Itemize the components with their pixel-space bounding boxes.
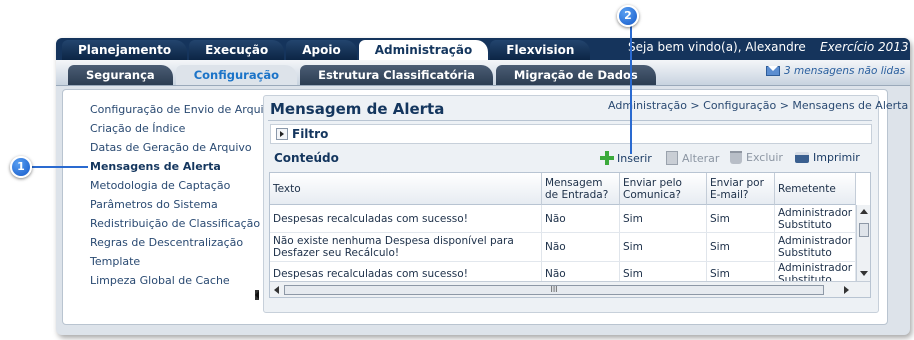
sidebar-item-metodologia-captacao[interactable]: Metodologia de Captação [90,179,277,198]
subtab-seguranca[interactable]: Segurança [68,65,173,85]
table-cell[interactable]: Administrador Substituto [775,205,856,232]
sidebar-item-parametros-sistema[interactable]: Parâmetros do Sistema [90,198,277,217]
sidebar-item-configuracao-envio-arquivo[interactable]: Configuração de Envio de Arquivo [90,103,277,122]
table-cell[interactable]: Sim [707,205,775,232]
table-cell[interactable]: Não existe nenhuma Despesa disponível pa… [270,233,542,261]
subtab-estrutura-classificatoria[interactable]: Estrutura Classificatória [300,65,493,85]
table-cell[interactable]: Sim [620,205,707,232]
sidebar-item-mensagens-alerta[interactable]: Mensagens de Alerta [90,160,277,179]
table-cell[interactable]: Sim [707,233,775,261]
tab-execucao[interactable]: Execução [189,40,285,60]
printer-icon [795,152,809,163]
callout-badge-1: 1 [10,156,32,178]
sidebar-item-redistribuicao-classificacao[interactable]: Redistribuição de Classificação [90,217,277,236]
sidebar-item-template[interactable]: Template [90,255,277,274]
insert-button[interactable]: Inserir [600,151,652,165]
callout-1-leader-line [32,166,88,168]
page-title: Mensagem de Alerta [270,100,445,118]
sub-tab-row: Segurança Configuração Estrutura Classif… [68,65,659,85]
exercicio-label[interactable]: Exercício 2013 [820,39,909,55]
table-cell[interactable]: Despesas recalculadas com sucesso! [270,205,542,232]
column-header-enviar-email[interactable]: Enviar por E-mail? [707,173,775,205]
plus-icon [600,151,614,165]
callout-badge-2: 2 [617,5,639,27]
unread-messages-text: 3 mensagens não lidas [784,65,906,77]
collapse-sidebar-icon[interactable] [255,290,259,300]
tab-administracao[interactable]: Administração [358,40,489,60]
horizontal-scroll-thumb[interactable]: III [284,285,824,295]
horizontal-scrollbar[interactable]: III [270,281,870,297]
tab-apoio[interactable]: Apoio [286,40,357,60]
sidebar-item-criacao-indice[interactable]: Criação de Índice [90,122,277,141]
unread-messages-link[interactable]: 3 mensagens não lidas [766,65,905,77]
subtab-configuracao[interactable]: Configuração [175,65,298,85]
scroll-right-arrow-icon[interactable] [844,286,849,294]
scroll-up-arrow-icon[interactable] [860,209,868,214]
sidebar-item-limpeza-global-cache[interactable]: Limpeza Global de Cache [90,274,277,293]
top-tab-row: Planejamento Execução Apoio Administraçã… [62,40,592,60]
insert-label: Inserir [617,151,652,165]
content-label: Conteúdo [274,151,339,165]
edit-label: Alterar [682,151,720,165]
tab-planejamento[interactable]: Planejamento [62,40,188,60]
column-header-enviar-comunica[interactable]: Enviar pelo Comunica? [620,173,707,205]
alerts-table: Texto Mensagem de Entrada? Enviar pelo C… [269,172,871,298]
edit-button[interactable]: Alterar [666,151,719,165]
table-cell[interactable]: Não [542,233,620,261]
welcome-text: Seja bem vindo(a), Alexandre [628,40,806,54]
vertical-scroll-thumb[interactable] [859,223,869,237]
table-cell[interactable]: Não [542,205,620,232]
scroll-down-arrow-icon[interactable] [860,271,868,276]
delete-button[interactable]: Excluir [730,151,783,164]
delete-label: Excluir [746,151,783,164]
title-divider [268,120,872,121]
column-header-remetente[interactable]: Remetente [775,173,856,205]
column-header-mensagem-entrada[interactable]: Mensagem de Entrada? [542,173,620,205]
envelope-icon [766,66,780,76]
callout-2-leader-line [630,26,632,154]
sidebar-item-datas-geracao-arquivo[interactable]: Datas de Geração de Arquivo [90,141,277,160]
table-cell[interactable]: Sim [620,233,707,261]
filter-label: Filtro [292,127,329,141]
column-header-texto[interactable]: Texto [270,173,542,205]
print-button[interactable]: Imprimir [795,151,860,164]
vertical-scrollbar[interactable] [856,205,870,281]
expand-filter-icon[interactable] [276,128,288,140]
table-cell[interactable]: Administrador Substituto [775,233,856,261]
filter-bar[interactable] [270,124,872,144]
edit-document-icon [666,151,678,165]
tab-flexvision[interactable]: Flexvision [490,40,591,60]
print-label: Imprimir [813,151,860,164]
breadcrumb: Administração > Configuração > Mensagens… [608,99,909,112]
scroll-left-arrow-icon[interactable] [274,286,279,294]
sidebar-menu: Configuração de Envio de Arquivo Criação… [90,103,277,293]
trash-icon [730,151,742,164]
sidebar-item-regras-descentralizacao[interactable]: Regras de Descentralização [90,236,277,255]
